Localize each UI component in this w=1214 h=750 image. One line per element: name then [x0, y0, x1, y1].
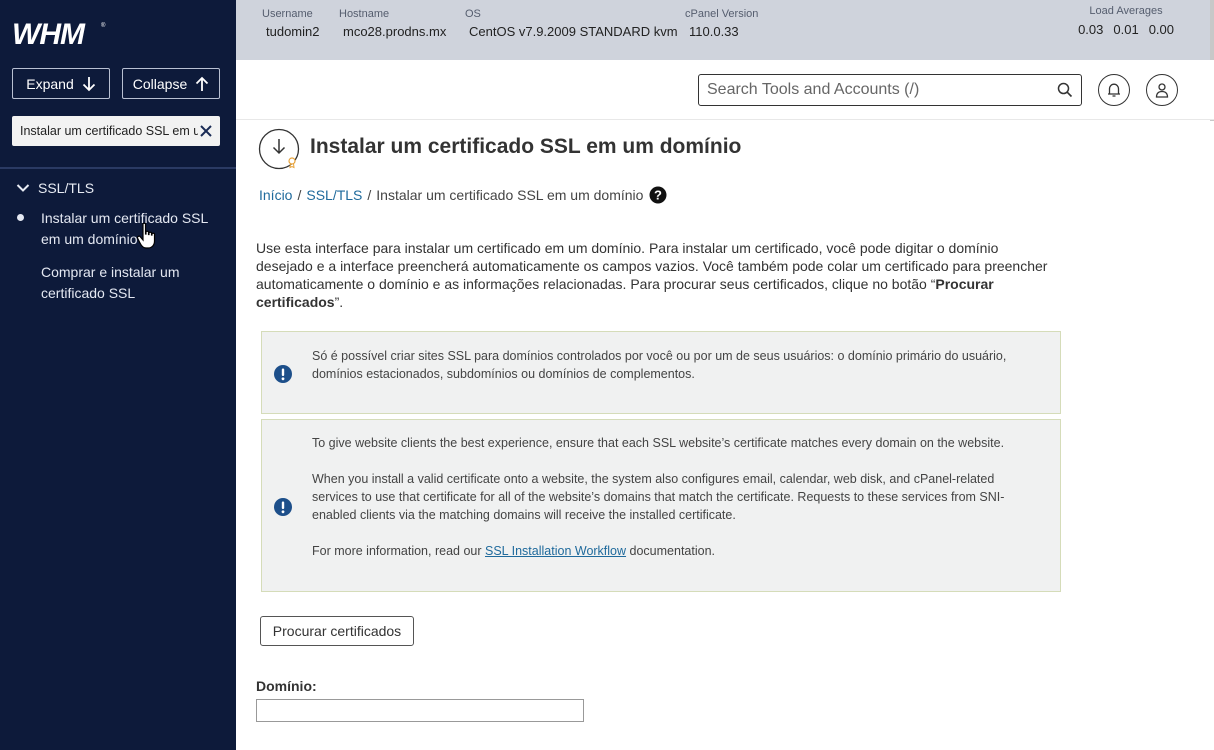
os-label: OS: [465, 8, 481, 20]
breadcrumb-current: Instalar um certificado SSL em um domíni…: [376, 187, 644, 203]
ssl-installation-workflow-link[interactable]: SSL Installation Workflow: [485, 544, 626, 558]
load-averages-info: Load Averages 0.03 0.01 0.00: [1078, 5, 1174, 37]
sidebar: WHM ® Expand Collapse Instalar um certif…: [0, 0, 236, 750]
svg-text:WHM: WHM: [12, 18, 86, 50]
breadcrumb-ssl-tls-link[interactable]: SSL/TLS: [306, 187, 362, 203]
svg-text:?: ?: [654, 188, 662, 203]
notifications-button[interactable]: [1098, 74, 1130, 106]
os-value: CentOS v7.9.2009 STANDARD kvm: [469, 24, 678, 39]
page-title: Instalar um certificado SSL em um domíni…: [310, 135, 742, 158]
search-box[interactable]: [698, 74, 1082, 106]
notice-ssl-workflow: To give website clients the best experie…: [261, 419, 1061, 592]
sidebar-item-install-ssl[interactable]: Instalar um certificado SSL em um domíni…: [41, 208, 221, 250]
server-info-bar: Username tudomin2 Hostname mco28.prodns.…: [236, 0, 1214, 380]
collapse-button[interactable]: Collapse: [122, 68, 220, 99]
load-average-5min: 0.01: [1113, 22, 1139, 37]
expand-label: Expand: [26, 75, 74, 92]
notice-workflow-paragraph-3: For more information, read our SSL Insta…: [312, 544, 715, 558]
hostname-label: Hostname: [339, 8, 390, 20]
notice-ssl-domains-text: Só é possível criar sites SSL para domín…: [312, 349, 1007, 381]
clear-search-icon[interactable]: [198, 123, 214, 139]
cpanel-version-value: 110.0.33: [689, 24, 739, 39]
username-value: tudomin2: [266, 24, 320, 39]
chevron-down-icon: [16, 184, 30, 192]
domain-label: Domínio:: [256, 678, 317, 694]
arrow-up-icon: [196, 76, 209, 91]
breadcrumb: Início / SSL/TLS / Instalar um certifica…: [259, 186, 667, 204]
bell-icon: [1108, 83, 1120, 97]
active-bullet-icon: [17, 214, 24, 221]
username-info: Username tudomin2: [262, 8, 319, 39]
notice-workflow-paragraph-1: To give website clients the best experie…: [312, 436, 1005, 450]
sidebar-category-label: SSL/TLS: [38, 180, 95, 196]
hostname-value: mco28.prodns.mx: [343, 24, 447, 39]
help-icon[interactable]: ?: [649, 186, 667, 204]
main-content: Instalar um certificado SSL em um domíni…: [236, 121, 1214, 750]
search-input[interactable]: [707, 81, 1057, 99]
user-icon: [1155, 83, 1169, 98]
notice-workflow-paragraph-2: When you install a valid certificate ont…: [312, 472, 1005, 522]
cpanel-version-info: cPanel Version 110.0.33: [685, 8, 758, 39]
user-menu-button[interactable]: [1146, 74, 1178, 106]
ssl-install-icon: [258, 128, 300, 170]
load-average-1min: 0.03: [1078, 22, 1104, 37]
sidebar-item-purchase-ssl[interactable]: Comprar e instalar um certificado SSL: [41, 262, 221, 304]
whm-logo[interactable]: WHM ®: [12, 16, 108, 50]
hand-cursor-icon: [136, 222, 156, 249]
arrow-down-icon: [82, 76, 95, 91]
search-header: [236, 60, 1214, 120]
domain-input[interactable]: [256, 699, 584, 722]
notice-ssl-domains: Só é possível criar sites SSL para domín…: [261, 331, 1061, 414]
load-averages-label: Load Averages: [1089, 5, 1163, 17]
os-info: OS CentOS v7.9.2009 STANDARD kvm: [465, 8, 678, 39]
breadcrumb-home-link[interactable]: Início: [259, 187, 292, 203]
search-icon[interactable]: [1057, 82, 1073, 98]
sidebar-divider: [0, 167, 236, 169]
collapse-label: Collapse: [132, 75, 188, 92]
expand-button[interactable]: Expand: [12, 68, 110, 99]
info-alert-icon: [274, 498, 292, 516]
cpanel-version-label: cPanel Version: [685, 8, 759, 20]
load-average-15min: 0.00: [1148, 22, 1174, 37]
intro-text: Use esta interface para instalar um cert…: [256, 240, 1048, 310]
browse-certificates-button[interactable]: Procurar certificados: [260, 616, 414, 646]
hostname-info: Hostname mco28.prodns.mx: [339, 8, 446, 39]
sidebar-search-field[interactable]: Instalar um certificado SSL em um: [12, 116, 220, 146]
info-alert-icon: [274, 365, 292, 383]
svg-text:®: ®: [101, 22, 106, 29]
sidebar-search-value[interactable]: Instalar um certificado SSL em um: [20, 124, 198, 138]
sidebar-category-ssl-tls[interactable]: SSL/TLS: [16, 180, 94, 196]
username-label: Username: [262, 8, 313, 20]
